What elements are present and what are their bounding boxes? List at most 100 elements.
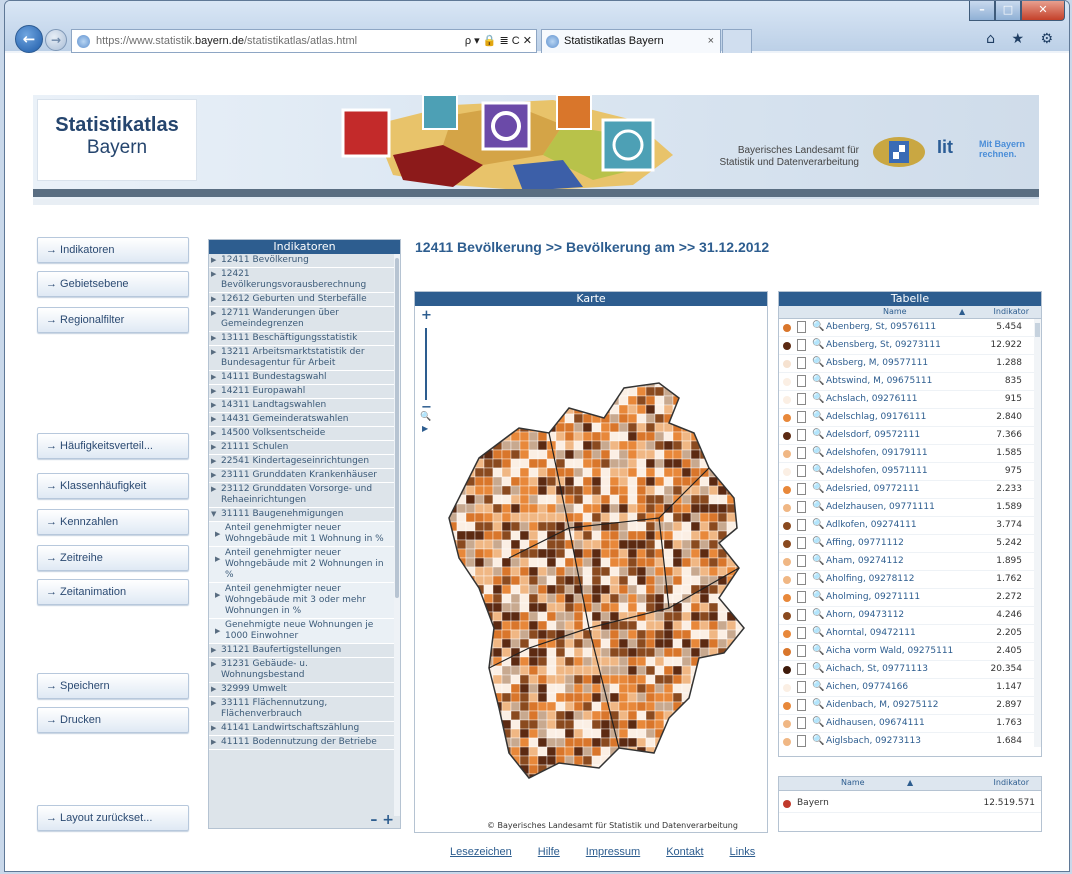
indicator-item[interactable]: 14111 Bundestagswahl [209, 371, 395, 385]
indicator-item[interactable]: 31231 Gebäude- u. Wohnungsbestand [209, 658, 395, 683]
table-row[interactable]: 🔍 Ahorn, 09473112 4.246 [779, 607, 1036, 625]
document-icon[interactable] [797, 375, 806, 387]
document-icon[interactable] [797, 339, 806, 351]
table-row[interactable]: 🔍 Affing, 09771112 5.242 [779, 535, 1036, 553]
address-bar[interactable]: https://www.statistik.bayern.de/statisti… [71, 29, 537, 53]
table-scroll-thumb[interactable] [1035, 323, 1040, 337]
bavaria-map[interactable] [419, 308, 763, 818]
document-icon[interactable] [797, 717, 806, 729]
table-row[interactable]: 🔍 Aichen, 09774166 1.147 [779, 679, 1036, 697]
indicator-item[interactable]: 12612 Geburten und Sterbefälle [209, 293, 395, 307]
table-row[interactable]: 🔍 Adlkofen, 09274111 3.774 [779, 517, 1036, 535]
indicator-item[interactable]: 14211 Europawahl [209, 385, 395, 399]
zoom-to-icon[interactable]: 🔍 [812, 321, 824, 332]
zoom-to-icon[interactable]: 🔍 [812, 699, 824, 710]
tab-close-icon[interactable]: × [708, 30, 714, 52]
sort-asc-icon[interactable]: ▲ [959, 307, 965, 316]
address-bar-icons[interactable]: ρ ▾ 🔒 ≣ C ✕ [465, 30, 532, 52]
sidebar-button-5[interactable]: → Kennzahlen [37, 509, 189, 535]
table-row[interactable]: 🔍 Aholfing, 09278112 1.762 [779, 571, 1036, 589]
footer-link[interactable]: Impressum [586, 846, 640, 858]
browser-tools-icons[interactable]: ⌂ ★ ⚙ [986, 31, 1059, 47]
indicator-item[interactable]: 31111 Baugenehmigungen [209, 508, 395, 522]
zoom-to-icon[interactable]: 🔍 [812, 537, 824, 548]
indicator-item[interactable]: 21111 Schulen [209, 441, 395, 455]
footer-link[interactable]: Links [730, 846, 756, 858]
document-icon[interactable] [797, 681, 806, 693]
table-row[interactable]: 🔍 Aiglsbach, 09273113 1.684 [779, 733, 1036, 749]
table-row[interactable]: 🔍 Adelzhausen, 09771111 1.589 [779, 499, 1036, 517]
col-name[interactable]: Name [883, 307, 907, 316]
indicator-item[interactable]: 12711 Wanderungen über Gemeindegrenzen [209, 307, 395, 332]
minimize-button[interactable]: – [969, 1, 995, 21]
summary-sort-icon[interactable]: ▲ [907, 778, 913, 787]
indicator-item[interactable]: 13111 Beschäftigungsstatistik [209, 332, 395, 346]
back-button[interactable]: ← [15, 25, 43, 53]
indicator-item[interactable]: 12411 Bevölkerung [209, 254, 395, 268]
document-icon[interactable] [797, 393, 806, 405]
document-icon[interactable] [797, 321, 806, 333]
document-icon[interactable] [797, 555, 806, 567]
site-logo[interactable]: Statistikatlas Bayern [37, 99, 197, 181]
col-indicator[interactable]: Indikator [994, 307, 1029, 316]
zoom-to-icon[interactable]: 🔍 [812, 447, 824, 458]
zoom-to-icon[interactable]: 🔍 [812, 735, 824, 746]
indicator-item[interactable]: 23111 Grunddaten Krankenhäuser [209, 469, 395, 483]
document-icon[interactable] [797, 537, 806, 549]
footer-link[interactable]: Lesezeichen [450, 846, 512, 858]
document-icon[interactable] [797, 465, 806, 477]
table-row[interactable]: 🔍 Aicha vorm Wald, 09275111 2.405 [779, 643, 1036, 661]
document-icon[interactable] [797, 483, 806, 495]
sidebar-button-4[interactable]: → Klassenhäufigkeit [37, 473, 189, 499]
document-icon[interactable] [797, 357, 806, 369]
zoom-to-icon[interactable]: 🔍 [812, 681, 824, 692]
indicator-item[interactable]: 14311 Landtagswahlen [209, 399, 395, 413]
indicator-item[interactable]: 23112 Grunddaten Vorsorge- und Rehaeinri… [209, 483, 395, 508]
table-row[interactable]: 🔍 Aidhausen, 09674111 1.763 [779, 715, 1036, 733]
indicators-scrollbar[interactable] [394, 254, 400, 816]
table-row[interactable]: 🔍 Adelshofen, 09571111 975 [779, 463, 1036, 481]
document-icon[interactable] [797, 411, 806, 423]
document-icon[interactable] [797, 699, 806, 711]
table-row[interactable]: 🔍 Abenberg, St, 09576111 5.454 [779, 319, 1036, 337]
indicator-item[interactable]: 14500 Volksentscheide [209, 427, 395, 441]
table-row[interactable]: 🔍 Abensberg, St, 09273111 12.922 [779, 337, 1036, 355]
summary-col-name[interactable]: Name [841, 778, 865, 787]
zoom-to-icon[interactable]: 🔍 [812, 519, 824, 530]
summary-col-indicator[interactable]: Indikator [994, 778, 1029, 787]
forward-button[interactable]: → [45, 29, 67, 51]
close-window-button[interactable]: ✕ [1021, 1, 1065, 21]
document-icon[interactable] [797, 609, 806, 621]
zoom-to-icon[interactable]: 🔍 [812, 573, 824, 584]
collapse-button[interactable]: – [370, 812, 377, 828]
document-icon[interactable] [797, 519, 806, 531]
indicator-item[interactable]: 13211 Arbeitsmarktstatistik der Bundesag… [209, 346, 395, 371]
table-scrollbar[interactable] [1034, 319, 1041, 747]
sidebar-button-6[interactable]: → Zeitreihe [37, 545, 189, 571]
table-row[interactable]: 🔍 Achslach, 09276111 915 [779, 391, 1036, 409]
table-row[interactable]: 🔍 Adelschlag, 09176111 2.840 [779, 409, 1036, 427]
sidebar-button-1[interactable]: → Gebietsebene [37, 271, 189, 297]
summary-row[interactable]: Bayern 12.519.571 [779, 795, 1041, 813]
footer-link[interactable]: Kontakt [666, 846, 703, 858]
document-icon[interactable] [797, 663, 806, 675]
indicator-item[interactable]: 41141 Landwirtschaftszählung [209, 722, 395, 736]
footer-link[interactable]: Hilfe [538, 846, 560, 858]
sidebar-button-8[interactable]: → Speichern [37, 673, 189, 699]
maximize-button[interactable]: □ [995, 1, 1021, 21]
zoom-to-icon[interactable]: 🔍 [812, 627, 824, 638]
indicator-item[interactable]: Anteil genehmigter neuer Wohngebäude mit… [209, 522, 395, 547]
indicator-item[interactable]: 14431 Gemeinderatswahlen [209, 413, 395, 427]
table-row[interactable]: 🔍 Aidenbach, M, 09275112 2.897 [779, 697, 1036, 715]
new-tab-button[interactable] [722, 29, 752, 53]
table-row[interactable]: 🔍 Aholming, 09271111 2.272 [779, 589, 1036, 607]
sidebar-button-10[interactable]: → Layout zurückset... [37, 805, 189, 831]
table-row[interactable]: 🔍 Aichach, St, 09771113 20.354 [779, 661, 1036, 679]
document-icon[interactable] [797, 501, 806, 513]
zoom-to-icon[interactable]: 🔍 [812, 645, 824, 656]
indicator-item[interactable]: Genehmigte neue Wohnungen je 1000 Einwoh… [209, 619, 395, 644]
zoom-to-icon[interactable]: 🔍 [812, 411, 824, 422]
indicator-item[interactable]: Anteil genehmigter neuer Wohngebäude mit… [209, 583, 395, 619]
table-row[interactable]: 🔍 Adelsdorf, 09572111 7.366 [779, 427, 1036, 445]
browser-tab[interactable]: Statistikatlas Bayern × [541, 29, 721, 53]
